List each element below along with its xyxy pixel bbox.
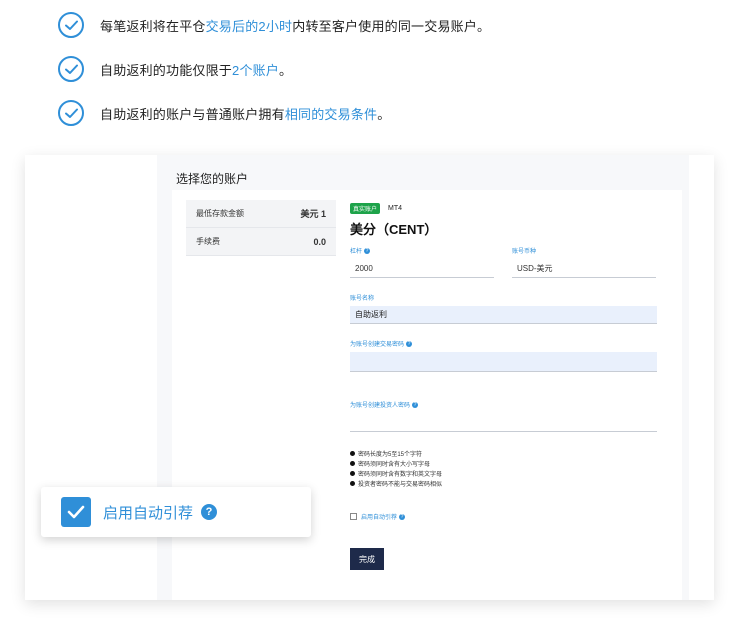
feature-item: 自助返利的账户与普通账户拥有相同的交易条件。 xyxy=(58,100,738,126)
leverage-select[interactable]: 2000 xyxy=(350,260,494,278)
feature-text: 自助返利的功能仅限于2个账户。 xyxy=(100,62,293,78)
help-icon[interactable]: ? xyxy=(201,504,218,520)
account-type-title: 美分（CENT） xyxy=(350,222,438,237)
summary-label: 最低存款金额 xyxy=(196,209,244,218)
done-button[interactable]: 完成 xyxy=(350,548,384,570)
checked-checkbox-icon[interactable] xyxy=(61,497,91,527)
account-summary: 最低存款金额 美元 1 手续费 0.0 xyxy=(186,200,336,256)
feature-item: 自助返利的功能仅限于2个账户。 xyxy=(58,56,738,82)
check-circle-icon xyxy=(58,56,84,82)
auto-refer-callout: 启用自动引荐 ? xyxy=(41,487,311,537)
auto-refer-label: 启用自动引荐 xyxy=(103,504,194,522)
bullet-icon xyxy=(350,470,355,476)
help-icon[interactable]: ? xyxy=(412,401,419,408)
investor-password-label: 为账号创建投资人密码? xyxy=(350,401,419,409)
rule-item: 投资者密码不能与交易密码相似 xyxy=(350,478,442,488)
investor-password-input[interactable] xyxy=(350,413,657,432)
feature-list: 每笔返利将在平仓交易后的2小时内转至客户使用的同一交易账户。 自助返利的功能仅限… xyxy=(58,12,738,144)
platform-badge: MT4 xyxy=(388,205,403,212)
feature-item: 每笔返利将在平仓交易后的2小时内转至客户使用的同一交易账户。 xyxy=(58,12,738,38)
page-title: 选择您的账户 xyxy=(176,172,249,186)
checkbox-icon[interactable] xyxy=(350,513,357,520)
summary-row: 手续费 0.0 xyxy=(186,228,336,256)
feature-text: 每笔返利将在平仓交易后的2小时内转至客户使用的同一交易账户。 xyxy=(100,18,491,34)
feature-text: 自助返利的账户与普通账户拥有相同的交易条件。 xyxy=(100,106,391,122)
account-name-label: 账号名称 xyxy=(350,296,375,302)
trade-password-label: 为账号创建交易密码? xyxy=(350,340,413,348)
bullet-icon xyxy=(350,480,355,486)
help-icon[interactable]: ? xyxy=(399,513,406,520)
rule-item: 密码须同时含有大小写字母 xyxy=(350,458,442,468)
account-name-input[interactable]: 自助返利 xyxy=(350,306,657,324)
help-icon[interactable]: ? xyxy=(406,340,413,347)
bullet-icon xyxy=(350,450,355,456)
real-account-badge: 真实账户 xyxy=(350,203,381,214)
currency-label: 账号币种 xyxy=(512,249,537,255)
summary-value: 美元 1 xyxy=(300,209,326,219)
check-circle-icon xyxy=(58,100,84,126)
summary-row: 最低存款金额 美元 1 xyxy=(186,200,336,228)
account-badges: 真实账户 MT4 xyxy=(350,203,402,214)
help-icon[interactable]: ? xyxy=(364,247,371,254)
summary-value: 0.0 xyxy=(313,236,326,247)
check-circle-icon xyxy=(58,12,84,38)
bullet-icon xyxy=(350,460,355,466)
auto-refer-checkbox-small[interactable]: 启用自动引荐? xyxy=(350,512,406,521)
leverage-label: 杠杆? xyxy=(350,247,371,255)
summary-label: 手续费 xyxy=(196,237,220,246)
trade-password-input[interactable] xyxy=(350,352,657,372)
currency-select[interactable]: USD-美元 xyxy=(512,260,656,278)
password-rules: 密码长度为5至15个字符 密码须同时含有大小写字母 密码须同时含有数字和英文字母… xyxy=(350,448,442,488)
rule-item: 密码须同时含有数字和英文字母 xyxy=(350,468,442,478)
rule-item: 密码长度为5至15个字符 xyxy=(350,448,442,458)
